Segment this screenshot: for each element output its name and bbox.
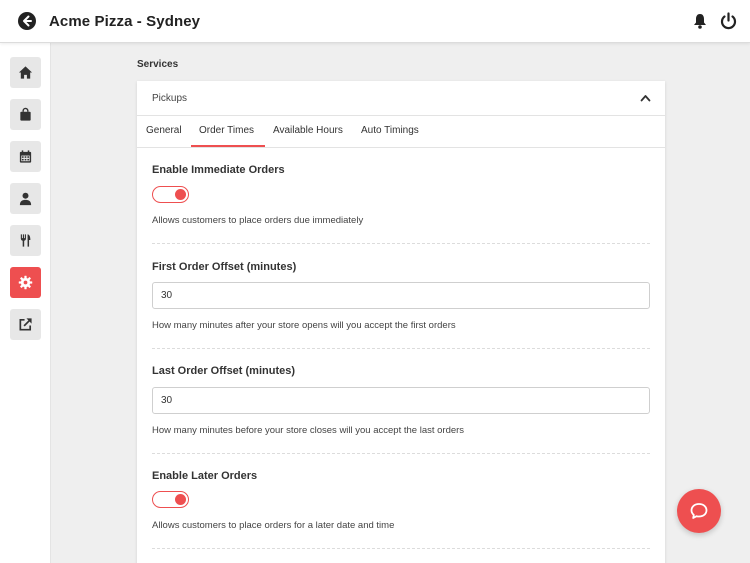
power-icon xyxy=(720,12,737,30)
sidebar-item-external[interactable] xyxy=(10,309,41,340)
pickups-panel: Pickups General Order Times Available Ho… xyxy=(137,81,665,563)
active-tab-indicator xyxy=(191,145,265,147)
divider xyxy=(152,548,650,549)
sidebar-item-orders[interactable] xyxy=(10,99,41,130)
back-button[interactable] xyxy=(18,12,36,30)
bell-icon xyxy=(694,14,706,29)
enable-immediate-description: Allows customers to place orders due imm… xyxy=(152,215,364,226)
sidebar-item-menus[interactable] xyxy=(10,225,41,256)
tab-general[interactable]: General xyxy=(146,125,182,136)
utensils-icon xyxy=(20,234,31,247)
tab-auto-timings[interactable]: Auto Timings xyxy=(361,125,419,136)
first-offset-title: First Order Offset (minutes) xyxy=(152,261,297,273)
divider xyxy=(152,453,650,454)
shopping-bag-icon xyxy=(20,107,31,121)
power-button[interactable] xyxy=(720,12,737,30)
last-offset-input[interactable] xyxy=(152,387,650,414)
enable-later-title: Enable Later Orders xyxy=(152,470,258,482)
first-offset-description: How many minutes after your store opens … xyxy=(152,320,456,331)
tab-bar: General Order Times Available Hours Auto… xyxy=(137,116,665,148)
support-chat-button[interactable] xyxy=(677,489,721,533)
sidebar-item-settings[interactable] xyxy=(10,267,41,298)
arrow-left-circle-icon xyxy=(18,12,36,30)
enable-later-toggle[interactable] xyxy=(152,491,189,508)
enable-later-description: Allows customers to place orders for a l… xyxy=(152,520,395,531)
external-link-icon xyxy=(19,318,32,331)
enable-immediate-title: Enable Immediate Orders xyxy=(152,164,285,176)
home-icon xyxy=(18,66,33,79)
user-icon xyxy=(19,192,32,206)
last-offset-title: Last Order Offset (minutes) xyxy=(152,365,296,377)
sidebar-item-bookings[interactable] xyxy=(10,141,41,172)
enable-immediate-toggle[interactable] xyxy=(152,186,189,203)
section-title: Services xyxy=(137,59,179,70)
pickups-panel-header[interactable]: Pickups xyxy=(137,81,665,116)
sidebar-item-home[interactable] xyxy=(10,57,41,88)
tab-available-hours[interactable]: Available Hours xyxy=(273,125,343,136)
app-title: Acme Pizza - Sydney xyxy=(49,13,201,30)
top-bar: Acme Pizza - Sydney xyxy=(0,0,750,43)
gear-icon xyxy=(18,275,33,290)
sidebar xyxy=(0,43,51,563)
notifications-button[interactable] xyxy=(693,13,707,29)
chat-bubble-icon xyxy=(690,503,708,519)
divider xyxy=(152,348,650,349)
divider xyxy=(152,243,650,244)
toggle-knob xyxy=(175,493,186,505)
sidebar-item-customers[interactable] xyxy=(10,183,41,214)
calendar-icon xyxy=(19,150,32,163)
last-offset-description: How many minutes before your store close… xyxy=(152,425,465,436)
panel-title: Pickups xyxy=(152,93,188,104)
first-offset-input[interactable] xyxy=(152,282,650,309)
chevron-up-icon xyxy=(640,95,651,102)
toggle-knob xyxy=(175,188,186,200)
tab-order-times[interactable]: Order Times xyxy=(199,125,254,136)
